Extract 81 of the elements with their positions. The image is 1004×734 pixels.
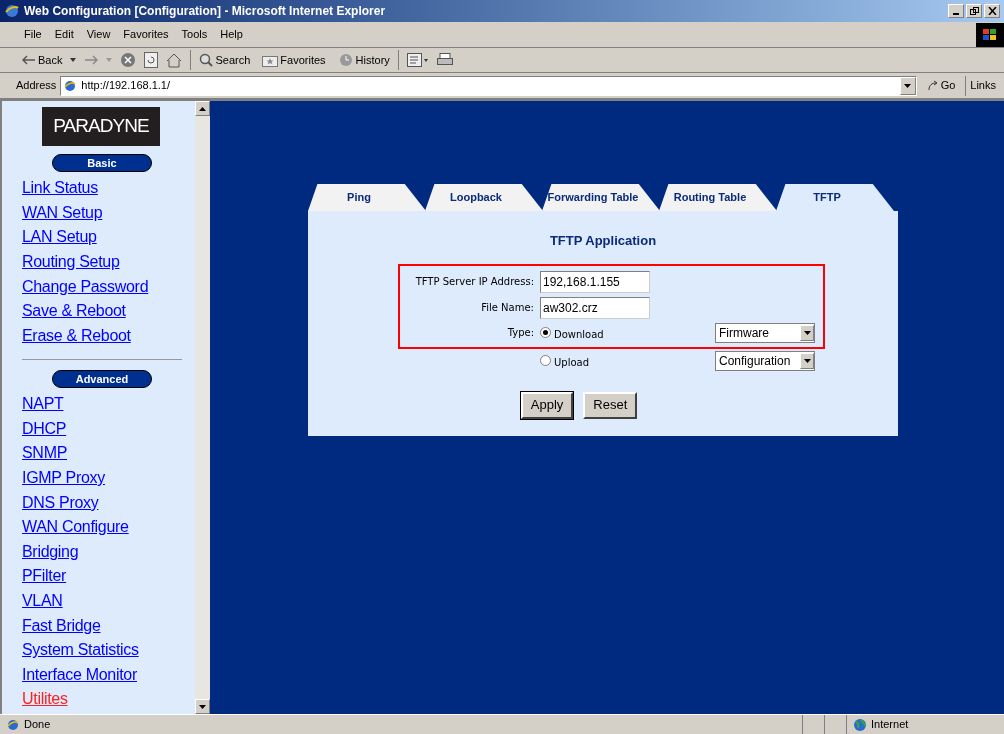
radio-label: Download [554, 327, 604, 342]
logo: PARADYNE [42, 107, 160, 147]
section-heading: Advanced [52, 370, 152, 389]
text-field[interactable]: 192,168.1.155 [540, 270, 650, 293]
favorites-button[interactable]: Favorites [262, 51, 326, 69]
go-arrow-icon [926, 79, 939, 92]
field-label: Type: [507, 327, 534, 338]
search-icon [199, 53, 214, 67]
refresh-icon[interactable] [144, 52, 159, 68]
nav-link[interactable]: WAN Setup [22, 202, 103, 228]
caret-icon[interactable] [70, 58, 77, 62]
nav-link[interactable]: IGMP Proxy [22, 468, 105, 493]
restore-icon[interactable] [966, 4, 982, 18]
menu-item[interactable]: Help [220, 26, 243, 43]
minimize-icon[interactable] [948, 4, 964, 18]
star-folder-icon [262, 53, 279, 67]
address-label: Address [15, 78, 57, 94]
menu-item[interactable]: Favorites [123, 26, 169, 43]
nav-link[interactable]: Fast Bridge [22, 615, 101, 641]
nav-link[interactable]: Bridging [22, 541, 79, 567]
nav-link[interactable]: Routing Setup [22, 251, 120, 277]
window-title: Web Configuration [Configuration] - Microsoft Internet Explorer [24, 3, 386, 20]
nav-link[interactable]: VLAN [22, 591, 63, 616]
menu-item[interactable]: File [24, 26, 42, 43]
nav-link[interactable]: PFilter [22, 566, 67, 592]
text-field[interactable]: aw302.crz [540, 296, 650, 319]
dropdown-value: Firmware [719, 324, 769, 342]
section-heading: Basic [52, 154, 152, 173]
panel-title: TFTP Application [549, 232, 657, 250]
home-icon[interactable] [166, 52, 183, 68]
menu-item[interactable]: Edit [54, 26, 74, 43]
print-icon[interactable] [436, 53, 453, 67]
tab[interactable]: TFTP [776, 184, 894, 211]
nav-link[interactable]: System Statistics [22, 640, 139, 665]
back-arrow-icon [22, 55, 36, 65]
search-button[interactable]: Search [199, 51, 251, 69]
clock-icon [337, 53, 354, 67]
stop-icon[interactable] [120, 52, 137, 68]
dropdown[interactable]: Firmware [715, 322, 815, 343]
nav-link[interactable]: SNMP [22, 443, 68, 469]
nav-link[interactable]: Erase & Reboot [22, 325, 131, 351]
nav-link[interactable]: Interface Monitor [22, 664, 137, 690]
close-icon[interactable] [984, 4, 1000, 18]
globe-icon [853, 717, 867, 732]
nav-link[interactable]: DNS Proxy [22, 492, 99, 518]
zone-text: Internet [871, 717, 909, 733]
tab[interactable]: Forwarding Table [542, 184, 660, 211]
form-button[interactable]: Reset [583, 391, 638, 419]
nav-link[interactable]: DHCP [22, 418, 67, 444]
field-label: File Name: [480, 301, 535, 315]
scrollbar[interactable] [195, 101, 210, 714]
page-icon [63, 78, 78, 93]
nav-link[interactable]: Change Password [22, 276, 149, 302]
menu-item[interactable]: Tools [181, 26, 208, 43]
status-text: Done [24, 717, 51, 733]
links-label[interactable]: Links [970, 77, 1000, 94]
history-button[interactable]: History [337, 51, 390, 69]
browser-icon [4, 3, 20, 19]
nav-link[interactable]: Save & Reboot [22, 301, 126, 326]
scroll-up-icon[interactable] [195, 101, 210, 116]
radio-label: Upload [554, 355, 590, 370]
radio-button[interactable] [540, 355, 551, 366]
windows-logo-icon [976, 22, 1004, 47]
form-button[interactable]: Apply [520, 391, 574, 419]
dropdown-value: Configuration [719, 352, 791, 370]
back-button[interactable]: Back [22, 51, 63, 69]
page-icon [6, 717, 20, 732]
tab[interactable]: Loopback [425, 184, 543, 211]
tab[interactable]: Ping [308, 184, 426, 211]
radio-button[interactable] [540, 327, 551, 338]
scroll-down-icon[interactable] [195, 699, 210, 714]
nav-link[interactable]: LAN Setup [22, 227, 97, 252]
nav-link[interactable]: Link Status [22, 178, 98, 203]
menu-item[interactable]: View [86, 26, 111, 43]
nav-link[interactable]: WAN Configure [22, 517, 129, 542]
dropdown[interactable]: Configuration [715, 350, 815, 371]
go-button[interactable]: Go [920, 77, 962, 94]
tab[interactable]: Routing Table [659, 184, 777, 211]
address-field[interactable]: http://192.168.1.1/ [60, 75, 917, 96]
nav-link[interactable]: NAPT [22, 394, 64, 419]
field-label: TFTP Server IP Address: [414, 275, 535, 289]
